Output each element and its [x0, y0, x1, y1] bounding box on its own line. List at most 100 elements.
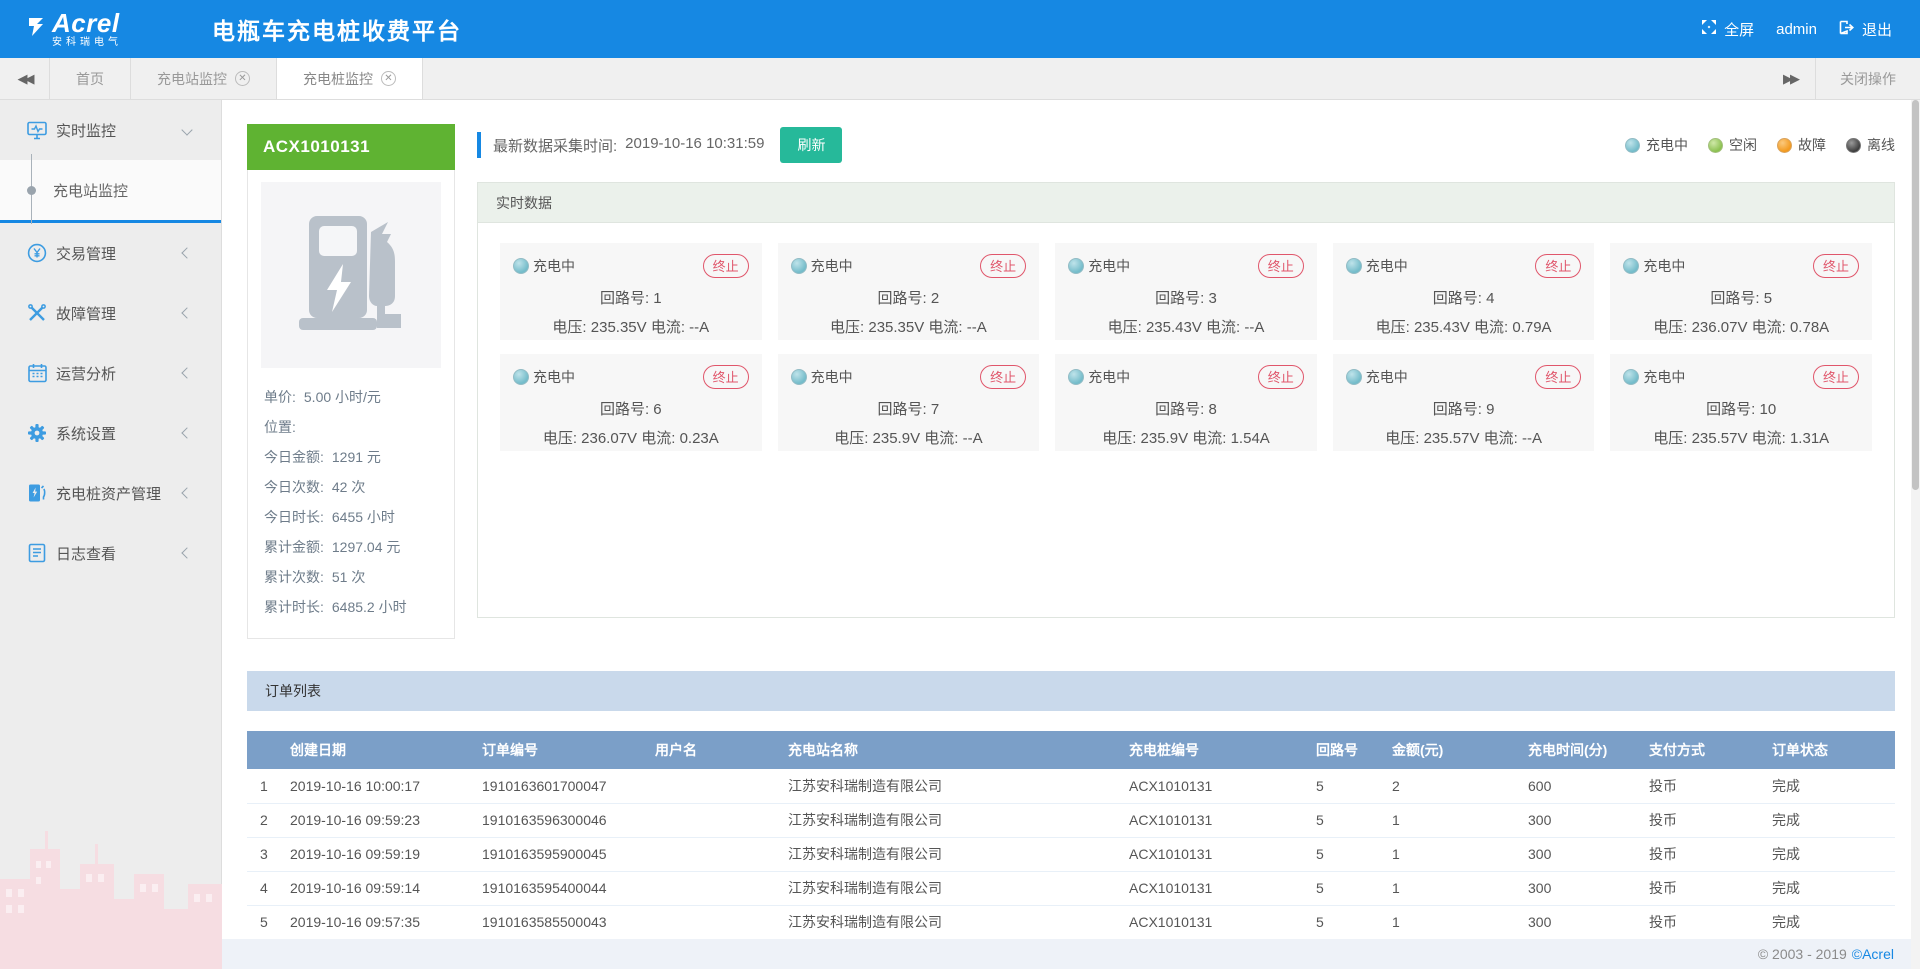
tab-home[interactable]: 首页	[50, 58, 131, 99]
circuit-number-label: 回路号:	[600, 290, 649, 307]
order-minutes: 300	[1528, 803, 1649, 837]
status-legend: 充电中 空闲 故障 离线	[1625, 135, 1895, 155]
stop-charging-button[interactable]: 终止	[1258, 254, 1304, 278]
fullscreen-button[interactable]: 全屏	[1701, 19, 1754, 40]
order-circuit: 5	[1316, 871, 1392, 905]
tab-close-icon[interactable]: ✕	[235, 71, 250, 86]
stat-label: 累计金额:	[264, 532, 324, 562]
stop-charging-button[interactable]: 终止	[1813, 365, 1859, 389]
tabs-scroll-left-icon[interactable]: ◀◀	[0, 58, 50, 99]
order-status: 完成	[1772, 837, 1895, 871]
order-circuit: 5	[1316, 837, 1392, 871]
order-minutes: 300	[1528, 837, 1649, 871]
voltage-value: 236.07V	[581, 430, 637, 447]
circuit-card: 充电中 终止 回路号: 9 电压:	[1333, 354, 1595, 451]
charging-status-dot	[1346, 258, 1362, 274]
sidebar-item-label: 系统设置	[56, 423, 116, 444]
circuit-status-label: 充电中	[1088, 256, 1130, 276]
order-created: 2019-10-16 09:59:14	[290, 871, 482, 905]
sidebar-item-settings[interactable]: 系统设置	[0, 403, 221, 463]
fullscreen-label: 全屏	[1724, 19, 1754, 40]
circuit-status: 充电中	[791, 367, 853, 387]
calendar-icon	[27, 363, 47, 383]
circuit-number-value: 2	[931, 290, 939, 307]
page-footer: © 2003 - 2019 ©Acrel	[222, 939, 1920, 969]
stop-charging-button[interactable]: 终止	[1258, 365, 1304, 389]
stat-label: 今日次数:	[264, 472, 324, 502]
circuit-card: 充电中 终止 回路号: 1 电压:	[500, 243, 762, 340]
voltage-label: 电压:	[1385, 430, 1419, 447]
order-status: 完成	[1772, 803, 1895, 837]
order-user	[655, 769, 788, 803]
current-value: --A	[1244, 319, 1264, 336]
stat-value: 1297.04 元	[332, 532, 401, 562]
sidebar-item-analytics[interactable]: 运营分析	[0, 343, 221, 403]
sidebar-item-realtime-monitor[interactable]: 实时监控	[0, 100, 221, 160]
tab-station-monitor[interactable]: 充电站监控 ✕	[131, 58, 277, 99]
tab-close-icon[interactable]: ✕	[381, 71, 396, 86]
stat-label: 位置:	[264, 412, 296, 442]
brand-link[interactable]: ©Acrel	[1852, 946, 1894, 962]
stop-charging-button[interactable]: 终止	[980, 365, 1026, 389]
station-stat-line: 今日次数: 42 次	[261, 472, 441, 502]
stat-value: 1291 元	[332, 442, 381, 472]
tab-pile-monitor[interactable]: 充电桩监控 ✕	[277, 58, 423, 99]
voltage-value: 236.07V	[1692, 319, 1748, 336]
gear-icon	[27, 423, 47, 443]
vertical-scrollbar[interactable]	[1911, 100, 1920, 969]
refresh-button[interactable]: 刷新	[780, 127, 842, 163]
logout-button[interactable]: 退出	[1839, 19, 1892, 40]
order-row[interactable]: 4 2019-10-16 09:59:14 1910163595400044 江…	[247, 871, 1895, 905]
current-value: 0.78A	[1790, 319, 1829, 336]
sidebar-item-label: 交易管理	[56, 243, 116, 264]
station-stat-line: 累计时长: 6485.2 小时	[261, 592, 441, 622]
order-row[interactable]: 5 2019-10-16 09:57:35 1910163585500043 江…	[247, 905, 1895, 939]
chevron-left-icon	[181, 367, 192, 378]
chevron-left-icon	[181, 247, 192, 258]
stop-charging-button[interactable]: 终止	[703, 254, 749, 278]
idle-status-dot	[1708, 138, 1723, 153]
tab-label: 充电站监控	[157, 69, 227, 89]
stop-charging-button[interactable]: 终止	[703, 365, 749, 389]
stat-label: 累计时长:	[264, 592, 324, 622]
circuit-status-label: 充电中	[811, 367, 853, 387]
order-row[interactable]: 1 2019-10-16 10:00:17 1910163601700047 江…	[247, 769, 1895, 803]
chevron-left-icon	[181, 547, 192, 558]
circuit-status-label: 充电中	[1643, 367, 1685, 387]
order-amount: 1	[1392, 871, 1528, 905]
order-user	[655, 837, 788, 871]
circuit-number-label: 回路号:	[878, 401, 927, 418]
sidebar-item-label: 故障管理	[56, 303, 116, 324]
stop-charging-button[interactable]: 终止	[1535, 365, 1581, 389]
stop-charging-button[interactable]: 终止	[1813, 254, 1859, 278]
tabs-scroll-right-icon[interactable]: ▶▶	[1765, 58, 1815, 99]
close-operations-button[interactable]: 关闭操作	[1815, 58, 1920, 99]
order-user	[655, 905, 788, 939]
city-skyline-decoration	[0, 789, 222, 969]
sidebar-item-pile-assets[interactable]: 充电桩资产管理	[0, 463, 221, 523]
sidebar-item-station-monitor[interactable]: 充电站监控	[0, 160, 221, 220]
chevron-left-icon	[181, 427, 192, 438]
sidebar-item-faults[interactable]: 故障管理	[0, 283, 221, 343]
legend-label: 故障	[1798, 135, 1826, 155]
order-created: 2019-10-16 10:00:17	[290, 769, 482, 803]
circuit-status-label: 充电中	[1366, 367, 1408, 387]
order-row[interactable]: 3 2019-10-16 09:59:19 1910163595900045 江…	[247, 837, 1895, 871]
circuit-card: 充电中 终止 回路号: 3 电压:	[1055, 243, 1317, 340]
sidebar-item-logs[interactable]: 日志查看	[0, 523, 221, 583]
sidebar-item-transactions[interactable]: 交易管理	[0, 223, 221, 283]
order-station: 江苏安科瑞制造有限公司	[788, 871, 1129, 905]
username[interactable]: admin	[1776, 21, 1817, 38]
scrollbar-thumb[interactable]	[1912, 100, 1919, 490]
stop-charging-button[interactable]: 终止	[1535, 254, 1581, 278]
legend-idle: 空闲	[1708, 135, 1757, 155]
stat-label: 累计次数:	[264, 562, 324, 592]
charging-status-dot	[1623, 258, 1639, 274]
order-row[interactable]: 2 2019-10-16 09:59:23 1910163596300046 江…	[247, 803, 1895, 837]
copyright-text: © 2003 - 2019	[1758, 946, 1847, 962]
current-value: --A	[963, 430, 983, 447]
transaction-icon	[27, 243, 47, 263]
stop-charging-button[interactable]: 终止	[980, 254, 1026, 278]
circuit-card: 充电中 终止 回路号: 4 电压:	[1333, 243, 1595, 340]
current-label: 电流:	[1752, 430, 1786, 447]
